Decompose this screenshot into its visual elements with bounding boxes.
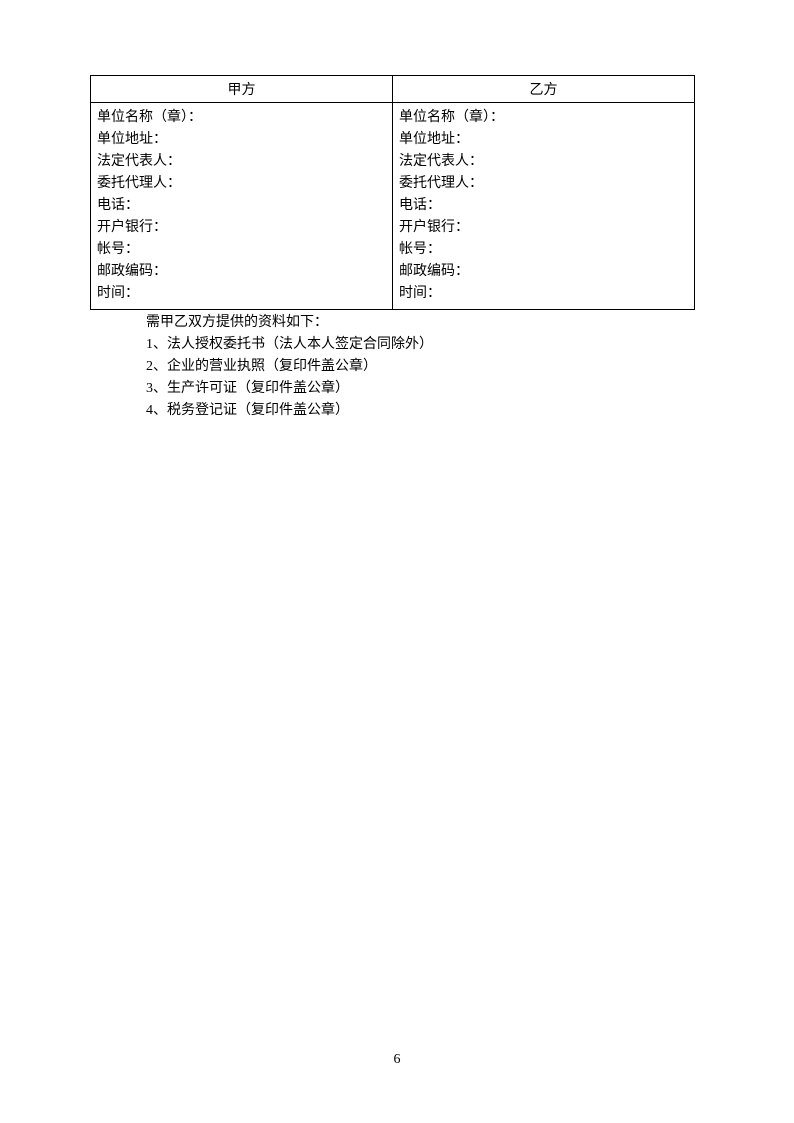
materials-item-3: 3、生产许可证（复印件盖公章）	[146, 378, 704, 400]
materials-item-1: 1、法人授权委托书（法人本人签定合同除外）	[146, 334, 704, 356]
field-account: 帐号：	[399, 239, 688, 261]
materials-title: 需甲乙双方提供的资料如下：	[146, 312, 704, 334]
field-unit-address: 单位地址：	[97, 129, 386, 151]
field-bank: 开户银行：	[399, 217, 688, 239]
party-a-fields: 单位名称（章）： 单位地址： 法定代表人： 委托代理人： 电话： 开户银行： 帐…	[91, 103, 393, 310]
materials-item-4: 4、税务登记证（复印件盖公章）	[146, 400, 704, 422]
page-number: 6	[0, 1052, 794, 1068]
field-phone: 电话：	[399, 195, 688, 217]
field-bank: 开户银行：	[97, 217, 386, 239]
field-unit-name: 单位名称（章）：	[399, 107, 688, 129]
field-unit-address: 单位地址：	[399, 129, 688, 151]
field-legal-rep: 法定代表人：	[97, 151, 386, 173]
header-party-a: 甲方	[91, 76, 393, 103]
materials-item-2: 2、企业的营业执照（复印件盖公章）	[146, 356, 704, 378]
field-account: 帐号：	[97, 239, 386, 261]
field-postcode: 邮政编码：	[97, 261, 386, 283]
field-time: 时间：	[399, 283, 688, 305]
field-time: 时间：	[97, 283, 386, 305]
party-info-table: 甲方 乙方 单位名称（章）： 单位地址： 法定代表人： 委托代理人： 电话： 开…	[90, 75, 695, 310]
field-agent: 委托代理人：	[97, 173, 386, 195]
field-postcode: 邮政编码：	[399, 261, 688, 283]
field-unit-name: 单位名称（章）：	[97, 107, 386, 129]
materials-list: 需甲乙双方提供的资料如下： 1、法人授权委托书（法人本人签定合同除外） 2、企业…	[146, 312, 704, 422]
header-party-b: 乙方	[393, 76, 695, 103]
field-phone: 电话：	[97, 195, 386, 217]
field-agent: 委托代理人：	[399, 173, 688, 195]
party-b-fields: 单位名称（章）： 单位地址： 法定代表人： 委托代理人： 电话： 开户银行： 帐…	[393, 103, 695, 310]
document-page: 甲方 乙方 单位名称（章）： 单位地址： 法定代表人： 委托代理人： 电话： 开…	[0, 0, 794, 482]
field-legal-rep: 法定代表人：	[399, 151, 688, 173]
